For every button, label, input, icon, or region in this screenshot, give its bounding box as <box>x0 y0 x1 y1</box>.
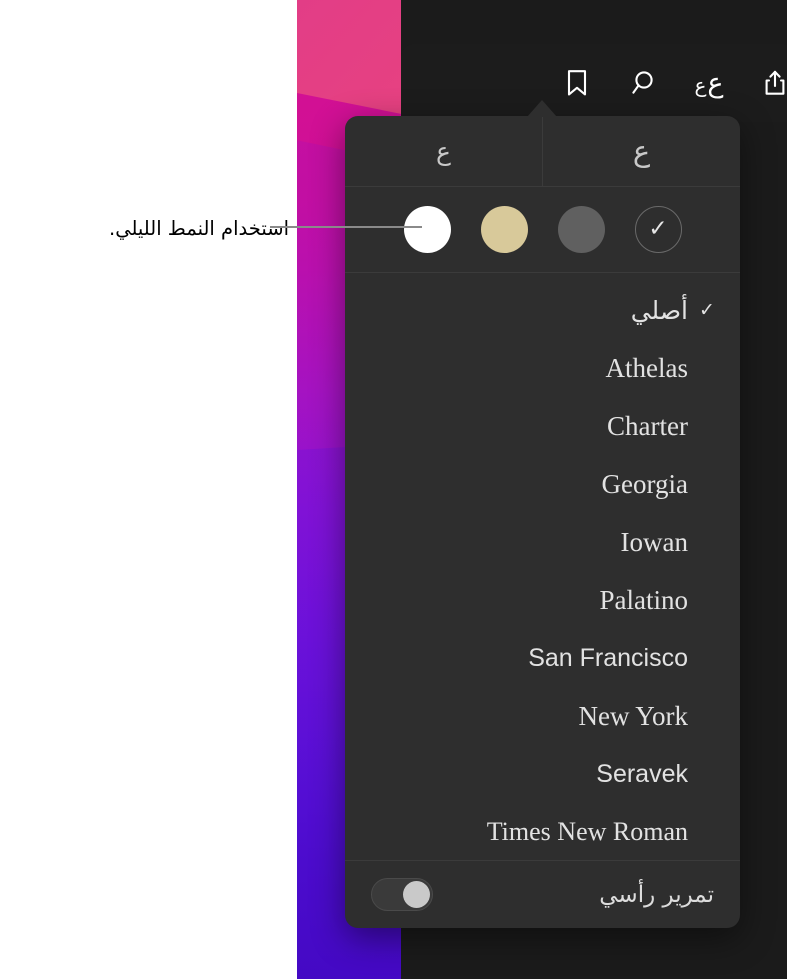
font-list-item-label: Iowan <box>620 526 688 557</box>
font-size-increase-button[interactable]: ع <box>345 116 542 186</box>
theme-light-swatch[interactable] <box>403 206 451 253</box>
font-list-item[interactable]: ✓ Charter <box>345 397 740 455</box>
font-size-segmented-control: ع ع <box>345 116 740 187</box>
font-list-item-label: Athelas <box>605 352 688 383</box>
font-list-item-label: Palatino <box>599 584 689 615</box>
font-size-large-glyph: ع <box>707 67 724 99</box>
font-list: ✓ أصلي ✓ Athelas ✓ Charter ✓ Georgia ✓ I… <box>345 273 740 861</box>
search-icon[interactable] <box>623 63 663 103</box>
theme-selected-check-icon: ✓ <box>648 216 668 242</box>
font-list-item[interactable]: ✓ أصلي <box>345 281 740 339</box>
font-list-item[interactable]: ✓ Iowan <box>345 513 740 571</box>
font-list-item[interactable]: ✓ New York <box>345 687 740 745</box>
font-size-increase-label: ع <box>436 136 451 166</box>
font-size-decrease-label: ع <box>632 134 651 168</box>
font-selected-check-icon: ✓ <box>699 299 715 321</box>
vertical-scroll-toggle[interactable] <box>371 878 433 911</box>
annotation-callout: استخدام النمط الليلي. <box>0 206 297 250</box>
vertical-scroll-label: تمرير رأسي <box>599 881 714 908</box>
theme-swatch-row: ✓ <box>345 187 740 273</box>
bookmark-icon[interactable] <box>557 63 597 103</box>
theme-sepia-swatch[interactable] <box>480 206 528 253</box>
annotation-leader-line <box>270 226 422 228</box>
share-icon[interactable] <box>755 63 787 103</box>
theme-dark-swatch[interactable]: ✓ <box>634 206 682 253</box>
font-list-item[interactable]: ✓ Times New Roman <box>345 803 740 861</box>
font-list-item-label: Georgia <box>601 468 688 499</box>
device-screen: عع ع ع ✓ ✓ أصلي Athelas Charter Georgia … <box>297 0 787 979</box>
annotation-text: استخدام النمط الليلي. <box>109 216 289 240</box>
theme-gray-swatch[interactable] <box>557 206 605 253</box>
font-size-icon[interactable]: عع <box>689 63 729 103</box>
font-size-small-glyph: ع <box>694 72 707 97</box>
popover-arrow <box>527 100 557 117</box>
font-list-item-label: Seravek <box>596 759 688 788</box>
font-list-item-label: Times New Roman <box>486 817 688 846</box>
font-list-item[interactable]: ✓ Seravek <box>345 745 740 803</box>
font-list-item-label: San Francisco <box>528 643 688 672</box>
appearance-popover: ع ع ✓ ✓ أصلي ✓ Athelas <box>345 116 740 928</box>
font-list-item[interactable]: ✓ Palatino <box>345 571 740 629</box>
font-list-item-label: Charter <box>607 410 688 441</box>
font-list-item[interactable]: ✓ San Francisco <box>345 629 740 687</box>
toggle-knob <box>403 881 430 908</box>
font-list-item[interactable]: ✓ Georgia <box>345 455 740 513</box>
reader-toolbar: عع <box>401 44 787 122</box>
font-list-item-label: New York <box>578 700 688 731</box>
font-list-item[interactable]: ✓ Athelas <box>345 339 740 397</box>
vertical-scroll-row: تمرير رأسي <box>345 860 740 928</box>
font-list-item-label: أصلي <box>630 295 688 325</box>
font-size-decrease-button[interactable]: ع <box>542 116 740 186</box>
